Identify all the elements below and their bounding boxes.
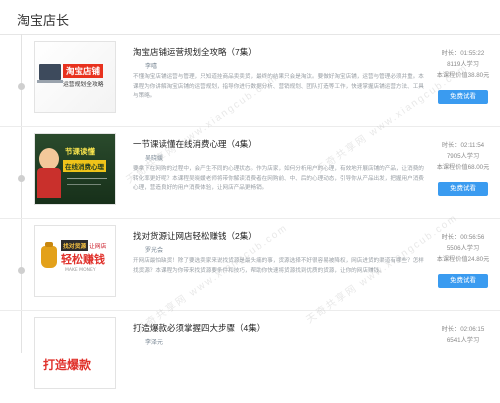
course-teacher: 罗光会 (145, 248, 164, 254)
course-price: 本课程价值38.80元 (436, 72, 490, 79)
course-item[interactable]: 找对货源 让网店 轻松赚钱 MAKE MONEY 找对货源让网店轻松赚钱（2集）… (0, 219, 500, 311)
laptop-icon (39, 64, 61, 80)
course-description: 开网店最怕缺货！除了要选卖家来说找货源是最头痛的事，货源选择不好很容易被降权，网… (133, 258, 424, 274)
child-icon (39, 148, 59, 170)
course-thumbnail[interactable]: 找对货源 让网店 轻松赚钱 MAKE MONEY (34, 225, 116, 297)
course-learners: 7905人学习 (446, 153, 480, 160)
thumb-title: 节课读懂 (65, 147, 95, 156)
course-duration: 时长：02:06:15 (441, 326, 485, 333)
course-thumbnail[interactable]: 节课读懂 在线消费心理 (34, 133, 116, 205)
timeline-dot (18, 83, 25, 90)
thumb-subtitle: 在线消费心理 (63, 160, 106, 172)
course-learners: 6541人学习 (446, 337, 480, 344)
page-header: 淘宝店长 (0, 0, 500, 35)
course-item[interactable]: 节课读懂 在线消费心理 一节课读懂在线消费心理（4集） 吴晓媛 要拿下在网购的过… (0, 127, 500, 219)
thumb-subtitle: 让网店 (89, 244, 107, 250)
timeline-line (21, 34, 22, 353)
course-thumbnail[interactable]: 淘宝店铺 运营规划全攻略 (34, 41, 116, 113)
course-duration: 时长：02:11:54 (441, 142, 485, 149)
course-item[interactable]: 淘宝店铺 运营规划全攻略 淘宝店铺运营规划全攻略（7集） 李嘻 不懂淘宝店铺运营… (0, 35, 500, 127)
page-title: 淘宝店长 (17, 13, 70, 28)
thumb-headline: 轻松赚钱 (61, 253, 105, 266)
free-trial-button[interactable]: 免费试看 (438, 274, 488, 288)
course-teacher: 李嘻 (145, 64, 158, 70)
course-price: 本课程价值68.00元 (436, 164, 490, 171)
course-duration: 时长：01:55:22 (441, 50, 485, 57)
money-bag-icon (41, 246, 57, 268)
course-title[interactable]: 打造爆款必须掌握四大步骤（4集） (133, 322, 425, 334)
course-teacher: 吴晓媛 (145, 156, 164, 162)
course-item[interactable]: 打造爆款 打造爆款必须掌握四大步骤（4集） 李泽元 时长：02:06:15 65… (31, 311, 500, 403)
course-learners: 5506人学习 (446, 245, 480, 252)
course-description: 不懂淘宝店铺运营与管理，只知道挂商品卖卖货，最终的结果只会是淘汰。要做好淘宝店铺… (133, 74, 424, 100)
timeline-dot (18, 175, 25, 182)
course-thumbnail[interactable]: 打造爆款 (34, 317, 116, 389)
thumb-title: 找对货源 (61, 240, 89, 251)
free-trial-button[interactable]: 免费试看 (438, 182, 488, 196)
timeline-dot (18, 267, 25, 274)
course-title[interactable]: 淘宝店铺运营规划全攻略（7集） (133, 46, 425, 58)
course-title[interactable]: 一节课读懂在线消费心理（4集） (133, 138, 425, 150)
course-duration: 时长：00:56:56 (441, 234, 485, 241)
thumb-caption: MAKE MONEY (65, 268, 96, 273)
course-price: 本课程价值24.80元 (436, 256, 490, 263)
course-title[interactable]: 找对货源让网店轻松赚钱（2集） (133, 230, 425, 242)
thumb-subtitle: 运营规划全攻略 (63, 82, 104, 88)
course-learners: 8119人学习 (447, 61, 479, 68)
thumb-title: 淘宝店铺 (63, 64, 104, 78)
course-teacher: 李泽元 (145, 340, 164, 346)
thumb-title: 打造爆款 (43, 358, 92, 372)
course-description: 要拿下在网购的过程中，会产生不同的心理状态。作为店家，如何分析用户的心理，有效地… (133, 166, 424, 192)
free-trial-button[interactable]: 免费试看 (438, 90, 488, 104)
